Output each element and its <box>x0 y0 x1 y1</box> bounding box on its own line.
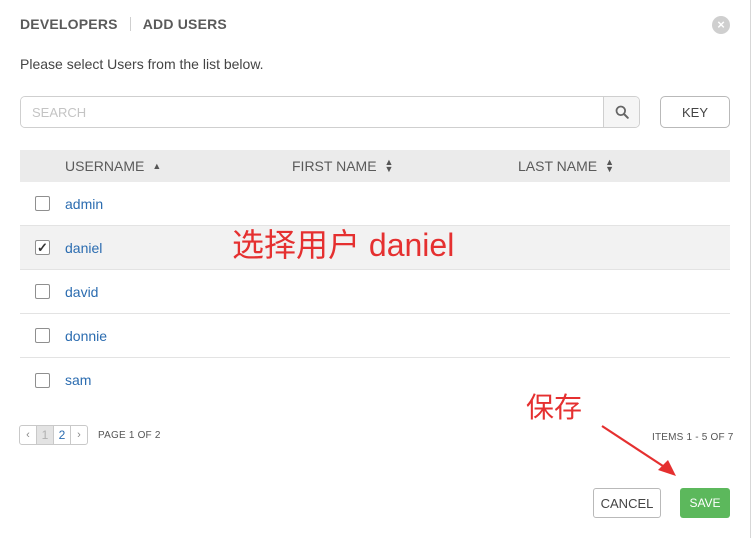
username-link[interactable]: donnie <box>65 328 107 344</box>
modal-header: DEVELOPERS ADD USERS <box>20 16 227 32</box>
row-checkbox[interactable]: ✓ <box>35 240 50 255</box>
next-page-button[interactable]: › <box>70 425 88 445</box>
column-header-username[interactable]: USERNAME ▲ <box>65 150 161 182</box>
search-button[interactable] <box>603 97 639 127</box>
row-checkbox[interactable] <box>35 372 50 388</box>
key-button[interactable]: KEY <box>660 96 730 128</box>
search-bar <box>20 96 640 128</box>
username-link[interactable]: sam <box>65 372 91 388</box>
column-header-first-name[interactable]: FIRST NAME ▲ ▼ <box>292 150 393 182</box>
page-button-1[interactable]: 1 <box>36 425 54 445</box>
column-label: LAST NAME <box>518 158 598 174</box>
column-header-last-name[interactable]: LAST NAME ▲ ▼ <box>518 150 614 182</box>
instructions-text: Please select Users from the list below. <box>20 56 264 72</box>
username-link[interactable]: admin <box>65 196 103 212</box>
items-count: ITEMS 1 - 5 OF 7 <box>652 432 734 443</box>
close-icon[interactable]: × <box>712 16 730 34</box>
page-button-2[interactable]: 2 <box>53 425 71 445</box>
annotation-select-user: 选择用户 daniel <box>232 227 455 263</box>
add-users-modal: DEVELOPERS ADD USERS × Please select Use… <box>0 0 751 538</box>
pagination: ‹ 1 2 › PAGE 1 OF 2 <box>19 425 161 445</box>
annotation-save: 保存 <box>526 392 583 423</box>
sort-icon: ▲ ▼ <box>384 157 394 174</box>
header-divider <box>129 17 131 31</box>
cancel-button[interactable]: CANCEL <box>593 488 661 518</box>
column-label: USERNAME <box>65 158 145 174</box>
search-icon <box>615 105 629 119</box>
table-row[interactable]: david <box>20 270 730 314</box>
username-link[interactable]: david <box>65 284 98 300</box>
sort-ascending-icon: ▲ <box>152 160 162 171</box>
table-header: USERNAME ▲ FIRST NAME ▲ ▼ LAST NAME ▲ ▼ <box>20 150 730 182</box>
modal-title: ADD USERS <box>142 16 227 32</box>
users-table: USERNAME ▲ FIRST NAME ▲ ▼ LAST NAME ▲ ▼ ad… <box>20 150 730 402</box>
table-row[interactable]: sam <box>20 358 730 402</box>
breadcrumb-section: DEVELOPERS <box>20 16 118 32</box>
save-button[interactable]: SAVE <box>680 488 730 518</box>
table-row[interactable]: donnie <box>20 314 730 358</box>
checkmark-icon: ✓ <box>37 240 48 255</box>
row-checkbox[interactable] <box>35 328 50 343</box>
row-checkbox[interactable] <box>35 196 50 211</box>
search-input[interactable] <box>21 97 603 127</box>
sort-icon: ▲ ▼ <box>605 157 615 174</box>
prev-page-button[interactable]: ‹ <box>19 425 37 445</box>
row-checkbox[interactable] <box>35 284 50 299</box>
username-link[interactable]: daniel <box>65 240 102 256</box>
page-info: PAGE 1 OF 2 <box>98 429 161 441</box>
column-label: FIRST NAME <box>292 158 377 174</box>
